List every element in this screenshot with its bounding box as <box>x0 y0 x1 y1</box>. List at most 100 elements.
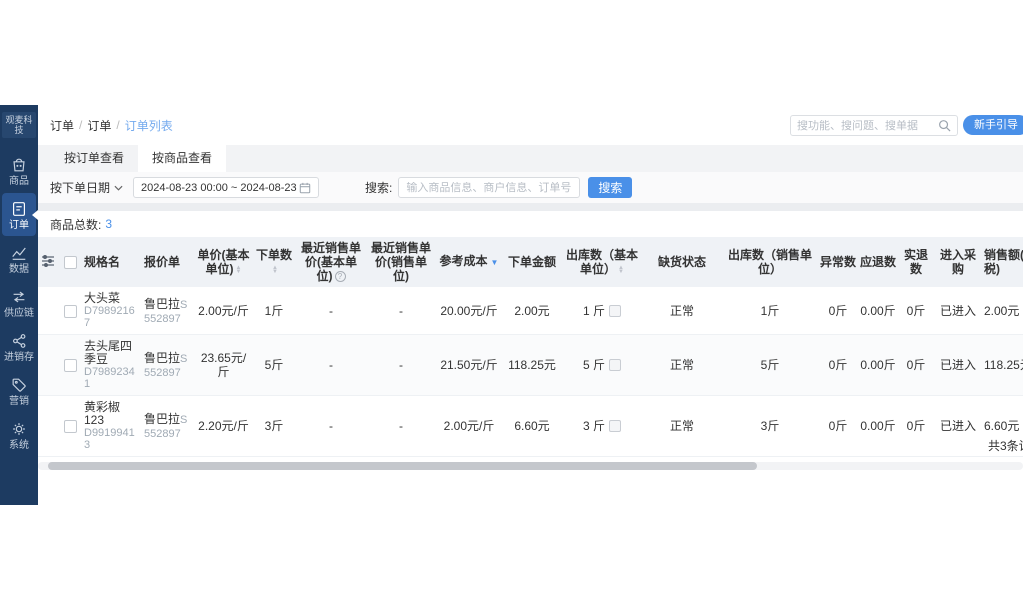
cell-purchase: 已进入 <box>934 396 982 457</box>
product-code: D79892341 <box>84 366 140 390</box>
breadcrumb: 订单 / 订单 / 订单列表 新手引导 <box>38 105 1023 145</box>
sidebar-item-0[interactable]: 商品 <box>2 149 36 192</box>
col-out_base[interactable]: 出库数（基本单位）▲▼ <box>562 237 642 287</box>
col-due_refund: 应退数 <box>858 237 898 287</box>
horizontal-scrollbar[interactable] <box>48 462 757 470</box>
tag-icon <box>10 376 28 394</box>
breadcrumb-item-orders[interactable]: 订单 <box>50 117 74 134</box>
edit-icon[interactable] <box>609 305 621 317</box>
edit-icon[interactable] <box>609 420 621 432</box>
calendar-icon[interactable] <box>299 182 311 194</box>
sort-icon[interactable]: ▲▼ <box>618 266 624 274</box>
sidebar-item-6[interactable]: 系统 <box>2 413 36 456</box>
row-expand-cell <box>38 287 58 335</box>
global-search-box[interactable] <box>790 115 958 136</box>
col-recent_base[interactable]: 最近销售单价(基本单位)? <box>296 237 366 287</box>
row-checkbox[interactable] <box>64 305 77 318</box>
col-label: 下单数 <box>256 248 292 262</box>
cell-order_amount: 6.60元 <box>502 396 562 457</box>
order-icon <box>10 200 28 218</box>
sidebar-item-5[interactable]: 营销 <box>2 369 36 412</box>
tab-product-view[interactable]: 按商品查看 <box>138 145 226 172</box>
breadcrumb-item-orders-2[interactable]: 订单 <box>87 117 111 134</box>
global-search-input[interactable] <box>797 120 938 132</box>
cell-name: 大头菜D79892167 <box>82 287 142 335</box>
search-icon[interactable] <box>938 119 951 132</box>
row-checkbox[interactable] <box>64 420 77 433</box>
col-actual_refund: 实退数 <box>898 237 934 287</box>
col-label: 缺货状态 <box>658 255 706 269</box>
sidebar-item-4[interactable]: 进销存 <box>2 325 36 368</box>
row-checkbox[interactable] <box>64 359 77 372</box>
product-code: D99199413 <box>84 427 140 451</box>
help-icon[interactable]: ? <box>335 271 346 282</box>
chart-icon <box>10 244 28 262</box>
cell-recent_base: - <box>296 396 366 457</box>
cell-due_refund: 0.00斤 <box>858 287 898 335</box>
cell-actual_refund: 0斤 <box>898 396 934 457</box>
cell-actual_refund: 0斤 <box>898 287 934 335</box>
cell-abnormal: 0斤 <box>818 287 858 335</box>
cell-ref_cost: 2.00元/斤 <box>436 396 502 457</box>
edit-icon[interactable] <box>609 359 621 371</box>
sidebar: 观麦科技 商品订单数据供应链进销存营销系统 <box>0 105 38 505</box>
column-settings-icon[interactable] <box>38 237 58 287</box>
cell-due_refund: 0.00斤 <box>858 396 898 457</box>
cell-name: 黄彩椒123D99199413 <box>82 396 142 457</box>
table-row: 黄彩椒123D99199413鲁巴拉S5528972.20元/斤3斤--2.00… <box>38 396 1023 457</box>
col-label: 最近销售单价(销售单位) <box>371 241 431 283</box>
col-label: 规格名 <box>84 255 120 269</box>
chevron-down-icon <box>114 185 123 191</box>
cell-abnormal: 0斤 <box>818 335 858 396</box>
supply-icon <box>10 288 28 306</box>
summary-bar: 商品总数: 3 <box>38 211 1023 237</box>
cell-unit_price: 23.65元/斤 <box>195 335 252 396</box>
product-search-input[interactable] <box>406 182 572 194</box>
col-label: 异常数 <box>820 255 856 269</box>
date-range-picker[interactable] <box>133 177 319 198</box>
guide-button[interactable]: 新手引导 <box>963 115 1023 135</box>
col-quote: 报价单 <box>142 237 195 287</box>
col-unit_price[interactable]: 单价(基本单位)▲▼ <box>195 237 252 287</box>
tab-order-view[interactable]: 按订单查看 <box>50 145 138 172</box>
col-recent_sale: 最近销售单价(销售单位) <box>366 237 436 287</box>
cell-shortage: 正常 <box>642 335 722 396</box>
product-search-box[interactable] <box>398 177 580 198</box>
breadcrumb-item-order-list[interactable]: 订单列表 <box>125 117 173 134</box>
product-name: 去头尾四季豆 <box>84 340 140 366</box>
row-checkbox-cell <box>58 287 82 335</box>
row-checkbox-cell <box>58 396 82 457</box>
total-count: 共3条记录 <box>988 437 1023 454</box>
col-abnormal: 异常数 <box>818 237 858 287</box>
col-ref_cost[interactable]: 参考成本▼ <box>436 237 502 287</box>
col-order_qty[interactable]: 下单数 ▲▼ <box>252 237 296 287</box>
cell-ref_cost: 21.50元/斤 <box>436 335 502 396</box>
product-name: 大头菜 <box>84 292 140 305</box>
cell-sales_tax: 118.25元 <box>982 335 1023 396</box>
inventory-icon <box>10 332 28 350</box>
date-type-select[interactable]: 按下单日期 <box>50 179 123 196</box>
sidebar-item-3[interactable]: 供应链 <box>2 281 36 324</box>
select-all-checkbox[interactable] <box>64 256 77 269</box>
sidebar-item-1[interactable]: 订单 <box>2 193 36 236</box>
cell-recent_base: - <box>296 335 366 396</box>
cell-actual_refund: 0斤 <box>898 335 934 396</box>
cell-shortage: 正常 <box>642 396 722 457</box>
filter-caret-icon[interactable]: ▼ <box>491 258 499 267</box>
date-range-input[interactable] <box>141 182 299 194</box>
table-row: 大头菜D79892167鲁巴拉S5528972.00元/斤1斤--20.00元/… <box>38 287 1023 335</box>
search-button[interactable]: 搜索 <box>588 177 632 198</box>
sidebar-item-label: 商品 <box>9 177 29 187</box>
cell-sales_tax: 2.00元 <box>982 287 1023 335</box>
gear-icon <box>10 420 28 438</box>
cell-ref_cost: 20.00元/斤 <box>436 287 502 335</box>
col-label: 实退数 <box>904 248 928 276</box>
cell-order_qty: 5斤 <box>252 335 296 396</box>
sidebar-item-2[interactable]: 数据 <box>2 237 36 280</box>
sort-icon[interactable]: ▲▼ <box>236 266 242 274</box>
product-table: 规格名 报价单单价(基本单位)▲▼ 下单数 ▲▼ 最近销售单价(基本单位)?最近销售单价… <box>38 237 1023 457</box>
cell-quote: 鲁巴拉S552897 <box>142 396 195 457</box>
sort-icon[interactable]: ▲▼ <box>272 266 278 274</box>
cell-shortage: 正常 <box>642 287 722 335</box>
col-shortage: 缺货状态 <box>642 237 722 287</box>
